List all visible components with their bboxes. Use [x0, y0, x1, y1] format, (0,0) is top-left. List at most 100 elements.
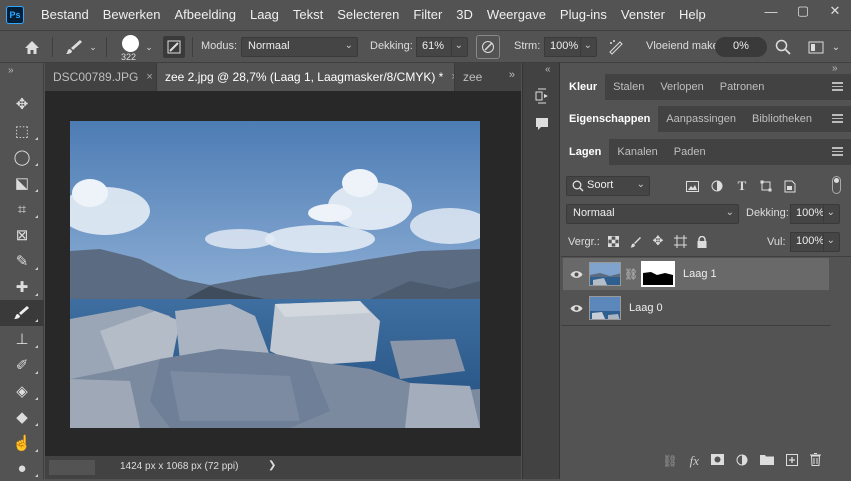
maximize-button[interactable]: ▢: [787, 0, 819, 22]
menu-selecteren[interactable]: Selecteren: [330, 0, 406, 30]
doc-tab-dsc00789[interactable]: DSC00789.JPG ×: [45, 63, 157, 91]
tab-verlopen[interactable]: Verlopen: [652, 74, 711, 100]
search-icon[interactable]: [772, 37, 794, 57]
status-arrow-icon[interactable]: ❯: [268, 460, 276, 471]
layer-opacity-dropdown[interactable]: ⌄: [823, 204, 840, 224]
tab-lagen[interactable]: Lagen: [561, 139, 610, 165]
opacity-dropdown[interactable]: ⌄: [451, 37, 468, 57]
object-selection-tool[interactable]: ⬕: [0, 170, 44, 196]
filter-shape-icon[interactable]: [758, 178, 774, 194]
panel-menu-icon[interactable]: [832, 114, 843, 123]
fx-icon[interactable]: fx: [690, 453, 699, 469]
filter-pixel-icon[interactable]: [684, 178, 700, 194]
lock-transparent-icon[interactable]: [606, 234, 621, 249]
smudge-tool[interactable]: ☝: [0, 430, 44, 456]
panel-menu-icon[interactable]: [832, 147, 843, 156]
folder-icon[interactable]: [760, 454, 774, 468]
brush-tool[interactable]: [0, 300, 44, 326]
history-icon[interactable]: [531, 85, 553, 107]
menu-afbeelding[interactable]: Afbeelding: [168, 0, 243, 30]
brush-tip-icon[interactable]: [116, 33, 144, 53]
menu-filter[interactable]: Filter: [406, 0, 449, 30]
tab-kanalen[interactable]: Kanalen: [609, 139, 665, 165]
menu-laag[interactable]: Laag: [243, 0, 286, 30]
layer-mask-thumbnail[interactable]: [640, 261, 675, 287]
comment-icon[interactable]: [531, 113, 553, 135]
minimize-button[interactable]: —: [755, 0, 787, 22]
collapse-toolbar-icon[interactable]: »: [8, 65, 14, 76]
brush-settings-icon[interactable]: [163, 36, 185, 58]
trash-icon[interactable]: [810, 453, 821, 469]
filter-adjustment-icon[interactable]: [709, 178, 725, 194]
eraser-tool[interactable]: ◈: [0, 378, 44, 404]
layer-blend-mode-select[interactable]: Normaal ⌄: [566, 204, 739, 224]
filter-type-icon[interactable]: T: [734, 178, 750, 194]
move-tool[interactable]: ✥: [0, 91, 44, 117]
menu-weergave[interactable]: Weergave: [480, 0, 553, 30]
menu-venster[interactable]: Venster: [614, 0, 672, 30]
lock-position-icon[interactable]: ✥: [650, 233, 666, 249]
layer-opacity-field[interactable]: 100%: [790, 204, 824, 224]
pressure-opacity-icon[interactable]: [476, 35, 500, 59]
frame-tool[interactable]: ⊠: [0, 222, 44, 248]
crop-tool[interactable]: ⌗: [0, 196, 44, 222]
close-tab-icon[interactable]: ×: [146, 71, 152, 83]
layer-row-laag-1[interactable]: ⛓ Laag 1: [563, 258, 829, 290]
tab-patronen[interactable]: Patronen: [712, 74, 773, 100]
dodge-tool[interactable]: ●: [0, 455, 44, 481]
link-layers-icon[interactable]: ⛓: [662, 454, 677, 468]
menu-plug-ins[interactable]: Plug-ins: [553, 0, 614, 30]
eyedropper-tool[interactable]: ✎: [0, 248, 44, 274]
tab-stalen[interactable]: Stalen: [605, 74, 652, 100]
collapse-panels-icon[interactable]: »: [832, 63, 838, 74]
tab-overflow-icon[interactable]: »: [509, 69, 515, 81]
tab-kleur[interactable]: Kleur: [561, 74, 606, 100]
adjustment-layer-icon[interactable]: [736, 454, 748, 469]
opacity-field[interactable]: 61%: [416, 37, 452, 57]
layer-row-laag-0[interactable]: Laag 0: [563, 292, 829, 324]
lock-image-icon[interactable]: [628, 234, 643, 249]
new-layer-icon[interactable]: [786, 453, 798, 469]
zoom-field[interactable]: [49, 460, 95, 475]
smoothing-field[interactable]: 0%: [715, 37, 767, 57]
tab-bibliotheken[interactable]: Bibliotheken: [744, 106, 820, 132]
lock-artboard-icon[interactable]: [672, 234, 688, 249]
expand-panels-icon[interactable]: «: [545, 64, 551, 75]
menu-3d[interactable]: 3D: [449, 0, 480, 30]
marquee-tool[interactable]: ⬚: [0, 118, 44, 144]
visibility-eye-icon[interactable]: [563, 304, 589, 313]
chevron-down-icon[interactable]: ⌄: [88, 39, 98, 55]
chevron-down-icon[interactable]: ⌄: [830, 39, 842, 55]
healing-brush-tool[interactable]: ✚: [0, 274, 44, 300]
doc-tab-zee2[interactable]: zee 2.jpg @ 28,7% (Laag 1, Laagmasker/8/…: [157, 63, 455, 91]
lock-all-icon[interactable]: [695, 234, 709, 249]
fill-dropdown[interactable]: ⌄: [823, 232, 840, 252]
close-button[interactable]: ✕: [819, 0, 851, 22]
filter-smart-object-icon[interactable]: [782, 178, 798, 194]
flow-dropdown[interactable]: ⌄: [580, 37, 597, 57]
doc-tab-zee[interactable]: zee: [455, 63, 495, 91]
mode-select[interactable]: Normaal ⌄: [241, 37, 358, 57]
airbrush-icon[interactable]: [604, 36, 628, 58]
lasso-tool[interactable]: ◯: [0, 144, 44, 170]
menu-tekst[interactable]: Tekst: [286, 0, 330, 30]
tab-aanpassingen[interactable]: Aanpassingen: [658, 106, 744, 132]
tab-eigenschappen[interactable]: Eigenschappen: [561, 106, 659, 132]
tab-paden[interactable]: Paden: [666, 139, 714, 165]
menu-bestand[interactable]: Bestand: [34, 0, 96, 30]
photoshop-logo[interactable]: Ps: [6, 6, 24, 24]
add-mask-icon[interactable]: [711, 454, 724, 468]
history-brush-tool[interactable]: ✐: [0, 352, 44, 378]
mask-link-icon[interactable]: ⛓: [624, 268, 638, 281]
flow-field[interactable]: 100%: [544, 37, 581, 57]
paint-bucket-tool[interactable]: ◆: [0, 404, 44, 430]
document-image[interactable]: [70, 121, 480, 428]
visibility-eye-icon[interactable]: [563, 270, 589, 279]
panel-menu-icon[interactable]: [832, 82, 843, 91]
brush-preset-icon[interactable]: [62, 37, 86, 57]
layer-filter-select[interactable]: Soort ⌄: [566, 176, 650, 196]
menu-help[interactable]: Help: [672, 0, 713, 30]
fill-field[interactable]: 100%: [790, 232, 824, 252]
menu-bewerken[interactable]: Bewerken: [96, 0, 168, 30]
filter-toggle[interactable]: [832, 176, 841, 194]
